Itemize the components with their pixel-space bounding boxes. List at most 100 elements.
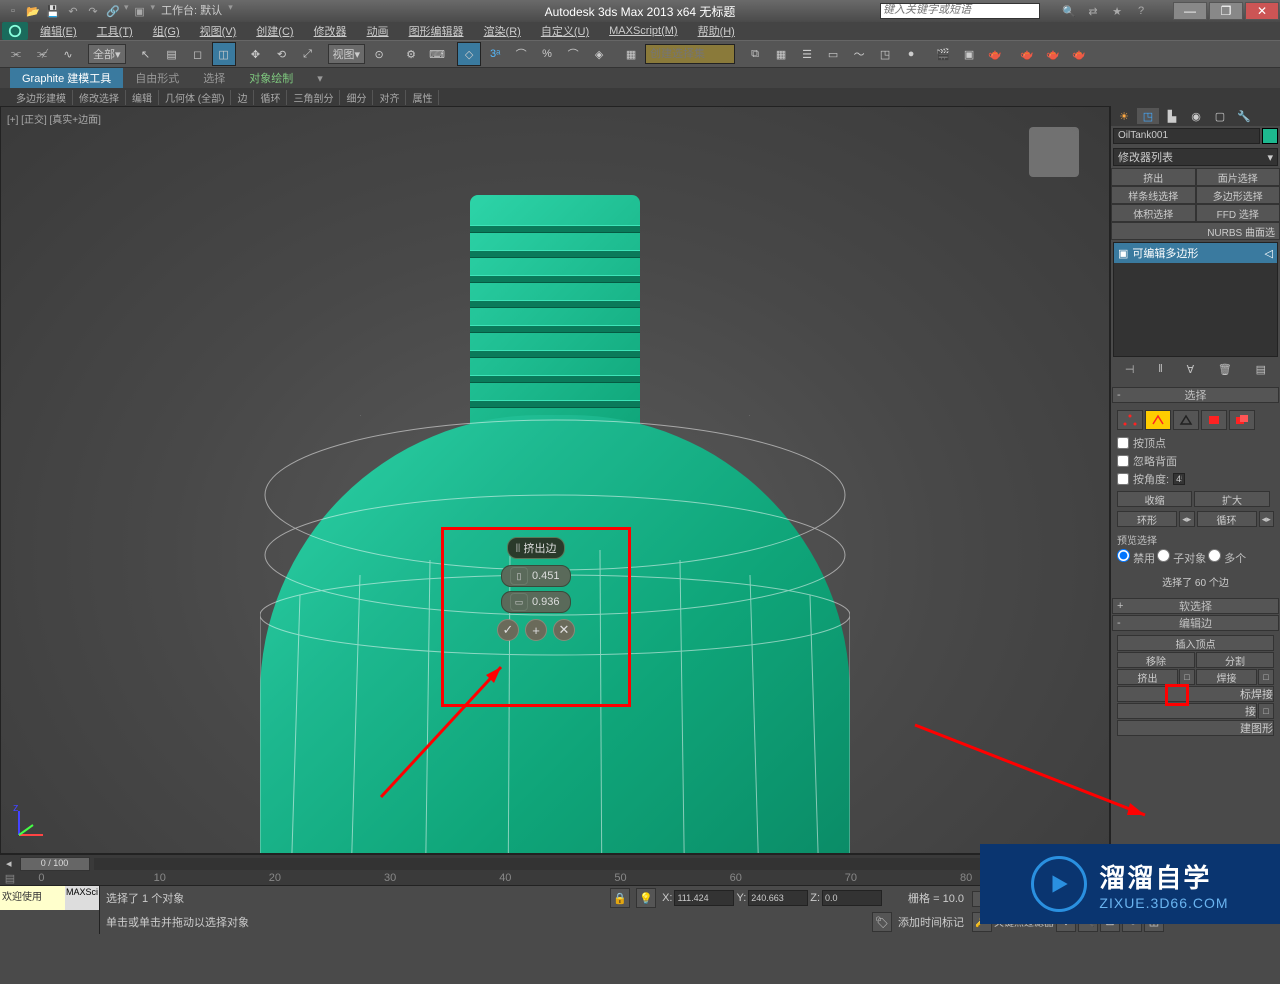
soft-selection-rollout[interactable]: +软选择 xyxy=(1112,598,1279,614)
object-color-swatch[interactable] xyxy=(1262,128,1278,144)
pin-stack-icon[interactable]: ⊣ xyxy=(1125,363,1135,376)
menu-help[interactable]: 帮助(H) xyxy=(688,23,745,39)
undo-icon[interactable]: ↶ xyxy=(64,2,82,20)
edge-face-snap-icon[interactable]: ⌒ xyxy=(561,42,585,66)
schematic-view-icon[interactable]: ◳ xyxy=(873,42,897,66)
ribbon-tri[interactable]: 三角剖分 xyxy=(287,90,340,105)
shrink-button[interactable]: 收缩 xyxy=(1117,491,1192,507)
ribbon-modsel[interactable]: 修改选择 xyxy=(73,90,126,105)
ribbon-props[interactable]: 属性 xyxy=(406,90,439,105)
loop-button[interactable]: 循环 xyxy=(1197,511,1257,527)
close-button[interactable]: ✕ xyxy=(1245,2,1279,20)
spline-select-button[interactable]: 样条线选择 xyxy=(1111,186,1196,204)
ribbon-align[interactable]: 对齐 xyxy=(373,90,406,105)
bridge-settings-button[interactable]: □ xyxy=(1258,703,1274,719)
edge-subobj-icon[interactable] xyxy=(1145,410,1171,430)
ribbon-polymodel[interactable]: 多边形建模 xyxy=(10,90,73,105)
lock-selection-icon[interactable]: 🔒 xyxy=(610,888,630,908)
search-icon[interactable]: 🔍 xyxy=(1060,2,1078,20)
ignore-backface-checkbox[interactable] xyxy=(1117,455,1129,467)
border-subobj-icon[interactable] xyxy=(1173,410,1199,430)
rotate-tool-icon[interactable]: ⟲ xyxy=(270,42,294,66)
caddy-apply-button[interactable]: + xyxy=(525,619,547,641)
menu-views[interactable]: 视图(V) xyxy=(190,23,247,39)
isolate-icon[interactable]: 💡 xyxy=(636,888,656,908)
app-menu-icon[interactable] xyxy=(2,22,28,40)
graphite-ribbon-icon[interactable]: ▭ xyxy=(821,42,845,66)
split-button[interactable]: 分割 xyxy=(1196,652,1274,668)
timetag-label[interactable]: 添加时间标记 xyxy=(898,914,964,930)
keyboard-shortcut-icon[interactable]: ⌨ xyxy=(425,42,449,66)
maxscript-label[interactable]: MAXSci xyxy=(65,886,99,910)
remove-modifier-icon[interactable]: 🗑 xyxy=(1218,363,1232,376)
ribbon-loops[interactable]: 循环 xyxy=(254,90,287,105)
edged-faces-icon[interactable]: ◈ xyxy=(587,42,611,66)
by-angle-checkbox[interactable] xyxy=(1117,473,1129,485)
spinner-snap-icon[interactable]: % xyxy=(535,42,559,66)
extrude-mod-button[interactable]: 挤出 xyxy=(1111,168,1196,186)
motion-tab-icon[interactable]: ◉ xyxy=(1185,108,1207,124)
poly-select-button[interactable]: 多边形选择 xyxy=(1196,186,1280,204)
render-production-icon[interactable]: 🫖 xyxy=(1041,42,1065,66)
x-coord-input[interactable] xyxy=(674,890,734,906)
named-sel-sets-icon[interactable]: ▦ xyxy=(619,42,643,66)
render-activeshade-icon[interactable]: 🫖 xyxy=(1067,42,1091,66)
trackbar-toggle-icon[interactable]: ▤ xyxy=(0,872,20,885)
render-icon[interactable]: 🫖 xyxy=(983,42,1007,66)
ring-button[interactable]: 环形 xyxy=(1117,511,1177,527)
named-selection-input[interactable] xyxy=(645,44,735,64)
ribbon-edges[interactable]: 边 xyxy=(231,90,254,105)
ribbon-tab-paint[interactable]: 对象绘制 xyxy=(237,68,305,88)
z-coord-input[interactable] xyxy=(822,890,882,906)
curve-editor-icon[interactable]: 〜 xyxy=(847,42,871,66)
ribbon-subdiv[interactable]: 细分 xyxy=(340,90,373,105)
layers-icon[interactable]: ☰ xyxy=(795,42,819,66)
nurbs-surf-button[interactable]: NURBS 曲面选 xyxy=(1111,222,1280,240)
menu-group[interactable]: 组(G) xyxy=(143,23,190,39)
workspace-label[interactable]: 工作台: 默认 xyxy=(161,2,222,20)
insert-vertex-button[interactable]: 插入顶点 xyxy=(1117,635,1274,651)
window-crossing-icon[interactable]: ◫ xyxy=(212,42,236,66)
modifier-list-dropdown[interactable]: 修改器列表▾ xyxy=(1113,148,1278,166)
edit-edges-rollout[interactable]: -编辑边 xyxy=(1112,615,1279,631)
scale-tool-icon[interactable]: ⤢ xyxy=(296,42,320,66)
select-region-icon[interactable]: ◻ xyxy=(186,42,210,66)
help-icon[interactable]: ? xyxy=(1132,2,1150,20)
element-subobj-icon[interactable] xyxy=(1229,410,1255,430)
render-iterative-icon[interactable]: 🫖 xyxy=(1015,42,1039,66)
link-tool-icon[interactable]: ⫘ xyxy=(4,42,28,66)
unlink-tool-icon[interactable]: ⫘̸ xyxy=(30,42,54,66)
open-file-icon[interactable]: 📂 xyxy=(24,2,42,20)
remove-button[interactable]: 移除 xyxy=(1117,652,1195,668)
time-slider[interactable]: 0 / 100 xyxy=(20,857,90,871)
menu-customize[interactable]: 自定义(U) xyxy=(531,23,599,39)
utilities-tab-icon[interactable]: 🔧 xyxy=(1233,108,1255,124)
minimize-button[interactable]: — xyxy=(1173,2,1207,20)
caddy-ok-button[interactable]: ✓ xyxy=(497,619,519,641)
vertex-subobj-icon[interactable] xyxy=(1117,410,1143,430)
new-file-icon[interactable]: ▫ xyxy=(4,2,22,20)
display-tab-icon[interactable]: ▢ xyxy=(1209,108,1231,124)
mirror-icon[interactable]: ⧉ xyxy=(743,42,767,66)
ribbon-geom[interactable]: 几何体 (全部) xyxy=(159,90,231,105)
material-editor-icon[interactable]: ● xyxy=(899,42,923,66)
patch-select-button[interactable]: 面片选择 xyxy=(1196,168,1280,186)
viewport-label[interactable]: [+] [正交] [真实+边面] xyxy=(7,111,101,126)
exchange-icon[interactable]: ⇄ xyxy=(1084,2,1102,20)
snap-toggle-icon[interactable]: ◇ xyxy=(457,42,481,66)
hierarchy-tab-icon[interactable]: ▙ xyxy=(1161,108,1183,124)
pivot-center-icon[interactable]: ⊙ xyxy=(367,42,391,66)
redo-icon[interactable]: ↷ xyxy=(84,2,102,20)
ribbon-tab-freeform[interactable]: 自由形式 xyxy=(123,68,191,88)
timeline-prev-icon[interactable]: ◂ xyxy=(6,857,12,870)
caddy-cancel-button[interactable]: ✕ xyxy=(553,619,575,641)
make-unique-icon[interactable]: ∀ xyxy=(1187,363,1195,376)
vol-select-button[interactable]: 体积选择 xyxy=(1111,204,1196,222)
selection-rollout-header[interactable]: -选择 xyxy=(1112,387,1279,403)
extrude-edge-button[interactable]: 挤出 xyxy=(1117,669,1178,685)
menu-create[interactable]: 创建(C) xyxy=(246,23,303,39)
move-tool-icon[interactable]: ✥ xyxy=(244,42,268,66)
ribbon-tab-selection[interactable]: 选择 xyxy=(191,68,237,88)
favorite-icon[interactable]: ★ xyxy=(1108,2,1126,20)
menu-tools[interactable]: 工具(T) xyxy=(87,23,143,39)
